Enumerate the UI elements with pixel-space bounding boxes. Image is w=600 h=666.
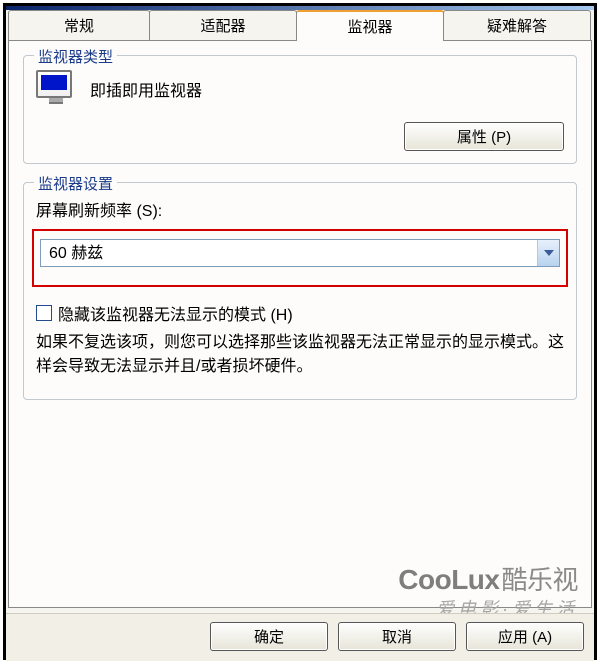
monitor-icon (36, 70, 76, 108)
hide-modes-label: 隐藏该监视器无法显示的模式 (H) (58, 301, 293, 325)
tab-strip: 常规 适配器 监视器 疑难解答 (6, 10, 594, 41)
group-monitor-type: 监视器类型 即插即用监视器 属性 (P) (23, 55, 577, 164)
dialog-window: 常规 适配器 监视器 疑难解答 监视器类型 即插即用监视器 属性 (P) (3, 3, 597, 660)
group-monitor-type-title: 监视器类型 (34, 46, 117, 67)
dialog-button-bar: 确定 取消 应用 (A) (6, 613, 594, 661)
properties-button-label: 属性 (P) (457, 129, 511, 146)
ok-button[interactable]: 确定 (210, 622, 328, 651)
tab-monitor[interactable]: 监视器 (296, 10, 444, 41)
tab-troubleshoot[interactable]: 疑难解答 (443, 10, 591, 41)
tab-panel-monitor: 监视器类型 即插即用监视器 属性 (P) 监视器设置 屏幕刷新频率 (S): (8, 40, 592, 608)
properties-button[interactable]: 属性 (P) (404, 122, 564, 151)
ok-button-label: 确定 (254, 629, 284, 646)
refresh-rate-highlight: 60 赫兹 (32, 229, 568, 287)
refresh-rate-value: 60 赫兹 (41, 240, 537, 266)
tab-general[interactable]: 常规 (8, 10, 150, 41)
refresh-rate-label: 屏幕刷新频率 (S): (36, 197, 564, 221)
chevron-down-icon[interactable] (537, 240, 559, 266)
cancel-button[interactable]: 取消 (338, 622, 456, 651)
apply-button[interactable]: 应用 (A) (466, 622, 584, 651)
hide-modes-checkbox[interactable] (36, 305, 52, 321)
hide-modes-hint: 如果不复选该项，则您可以选择那些该监视器无法正常显示的显示模式。这样会导致无法显… (36, 331, 564, 379)
refresh-rate-dropdown[interactable]: 60 赫兹 (40, 239, 560, 267)
pnp-monitor-label: 即插即用监视器 (90, 77, 202, 101)
tab-adapter[interactable]: 适配器 (149, 10, 297, 41)
group-monitor-settings-title: 监视器设置 (34, 173, 117, 194)
cancel-button-label: 取消 (382, 629, 412, 646)
apply-button-label: 应用 (A) (498, 629, 552, 646)
group-monitor-settings: 监视器设置 屏幕刷新频率 (S): 60 赫兹 隐藏该监视器无法显示的模式 (H… (23, 182, 577, 400)
